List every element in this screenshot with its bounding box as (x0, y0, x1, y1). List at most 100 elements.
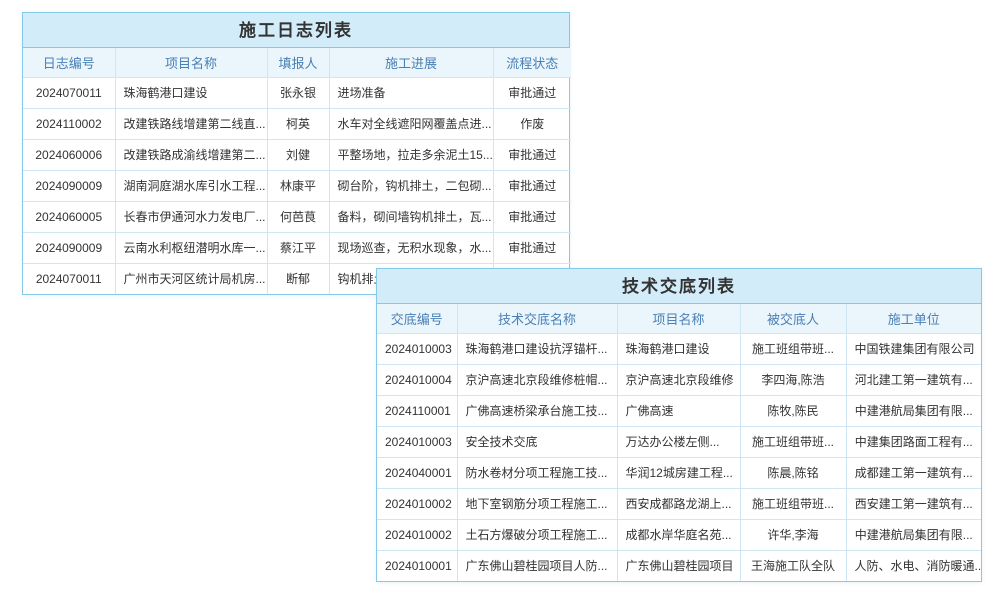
log-id-cell[interactable]: 2024110002 (23, 108, 115, 139)
project-name-cell[interactable]: 云南水利枢纽潜明水库一... (115, 232, 267, 263)
disclosure-table-row[interactable]: 2024040001 防水卷材分项工程施工技... 华润12城房建工程... 陈… (377, 457, 981, 488)
project-name-cell[interactable]: 广州市天河区统计局机房... (115, 263, 267, 294)
recipients-cell: 施工班组带班... (740, 333, 846, 364)
construction-log-table: 日志编号 项目名称 填报人 施工进展 流程状态 2024070011 珠海鹤港口… (23, 48, 571, 294)
disclosure-table-row[interactable]: 2024010003 珠海鹤港口建设抗浮锚杆... 珠海鹤港口建设 施工班组带班… (377, 333, 981, 364)
disclosure-name-cell[interactable]: 防水卷材分项工程施工技... (457, 457, 617, 488)
project-name-cell[interactable]: 湖南洞庭湖水库引水工程... (115, 170, 267, 201)
disclosure-name-cell[interactable]: 广佛高速桥梁承台施工技... (457, 395, 617, 426)
disclosure-table-row[interactable]: 2024010004 京沪高速北京段维修桩帽... 京沪高速北京段维修 李四海,… (377, 364, 981, 395)
construction-unit-cell: 河北建工第一建筑有... (846, 364, 981, 395)
log-table-row[interactable]: 2024060005 长春市伊通河水力发电厂... 何芭茛 备料，砌间墙钩机排土… (23, 201, 571, 232)
disclosure-table-row[interactable]: 2024010002 土石方爆破分项工程施工... 成都水岸华庭名苑... 许华… (377, 519, 981, 550)
log-id-cell[interactable]: 2024070011 (23, 77, 115, 108)
disclosure-name-cell[interactable]: 广东佛山碧桂园项目人防... (457, 550, 617, 581)
project-name-cell[interactable]: 珠海鹤港口建设 (115, 77, 267, 108)
disclosure-id-cell[interactable]: 2024010004 (377, 364, 457, 395)
column-header-progress: 施工进展 (329, 48, 493, 77)
status-cell: 审批通过 (493, 201, 571, 232)
disclosure-name-cell[interactable]: 珠海鹤港口建设抗浮锚杆... (457, 333, 617, 364)
column-header-construction-unit: 施工单位 (846, 304, 981, 333)
log-header-row: 日志编号 项目名称 填报人 施工进展 流程状态 (23, 48, 571, 77)
disclosure-name-cell[interactable]: 安全技术交底 (457, 426, 617, 457)
project-name-cell[interactable]: 万达办公楼左侧... (617, 426, 740, 457)
construction-unit-cell: 成都建工第一建筑有... (846, 457, 981, 488)
log-table-row[interactable]: 2024110002 改建铁路线增建第二线直... 柯英 水车对全线遮阳网覆盖点… (23, 108, 571, 139)
log-table-row[interactable]: 2024090009 云南水利枢纽潜明水库一... 蔡江平 现场巡查，无积水现象… (23, 232, 571, 263)
status-cell: 审批通过 (493, 77, 571, 108)
project-name-cell[interactable]: 成都水岸华庭名苑... (617, 519, 740, 550)
disclosure-name-cell[interactable]: 京沪高速北京段维修桩帽... (457, 364, 617, 395)
recipients-cell: 李四海,陈浩 (740, 364, 846, 395)
recipients-cell: 许华,李海 (740, 519, 846, 550)
column-header-project-name: 项目名称 (617, 304, 740, 333)
construction-unit-cell: 人防、水电、消防暖通... (846, 550, 981, 581)
project-name-cell[interactable]: 改建铁路线增建第二线直... (115, 108, 267, 139)
recipients-cell: 陈牧,陈民 (740, 395, 846, 426)
construction-unit-cell: 中建港航局集团有限... (846, 395, 981, 426)
disclosure-id-cell[interactable]: 2024010002 (377, 488, 457, 519)
column-header-log-id: 日志编号 (23, 48, 115, 77)
progress-cell: 现场巡查，无积水现象，水... (329, 232, 493, 263)
disclosure-table-row[interactable]: 2024010002 地下室钢筋分项工程施工... 西安成都路龙湖上... 施工… (377, 488, 981, 519)
log-table-row[interactable]: 2024070011 珠海鹤港口建设 张永银 进场准备 审批通过 (23, 77, 571, 108)
progress-cell: 水车对全线遮阳网覆盖点进... (329, 108, 493, 139)
construction-unit-cell: 中建港航局集团有限... (846, 519, 981, 550)
technical-disclosure-panel: 技术交底列表 交底编号 技术交底名称 项目名称 被交底人 施工单位 202401… (376, 268, 982, 582)
disclosure-name-cell[interactable]: 地下室钢筋分项工程施工... (457, 488, 617, 519)
reporter-cell[interactable]: 刘健 (267, 139, 329, 170)
disclosure-name-cell[interactable]: 土石方爆破分项工程施工... (457, 519, 617, 550)
recipients-cell: 施工班组带班... (740, 488, 846, 519)
recipients-cell: 王海施工队全队 (740, 550, 846, 581)
column-header-disclosure-id: 交底编号 (377, 304, 457, 333)
disclosure-id-cell[interactable]: 2024010003 (377, 426, 457, 457)
project-name-cell[interactable]: 改建铁路成渝线增建第二... (115, 139, 267, 170)
disclosure-id-cell[interactable]: 2024010001 (377, 550, 457, 581)
project-name-cell[interactable]: 京沪高速北京段维修 (617, 364, 740, 395)
disclosure-id-cell[interactable]: 2024010003 (377, 333, 457, 364)
log-table-row[interactable]: 2024090009 湖南洞庭湖水库引水工程... 林康平 砌台阶，钩机排土，二… (23, 170, 571, 201)
column-header-project-name: 项目名称 (115, 48, 267, 77)
project-name-cell[interactable]: 西安成都路龙湖上... (617, 488, 740, 519)
column-header-reporter: 填报人 (267, 48, 329, 77)
disclosure-header-row: 交底编号 技术交底名称 项目名称 被交底人 施工单位 (377, 304, 981, 333)
construction-log-title: 施工日志列表 (23, 13, 569, 48)
reporter-cell[interactable]: 张永银 (267, 77, 329, 108)
project-name-cell[interactable]: 广佛高速 (617, 395, 740, 426)
project-name-cell[interactable]: 华润12城房建工程... (617, 457, 740, 488)
technical-disclosure-title: 技术交底列表 (377, 269, 981, 304)
log-id-cell[interactable]: 2024090009 (23, 170, 115, 201)
disclosure-id-cell[interactable]: 2024010002 (377, 519, 457, 550)
disclosure-table-row[interactable]: 2024010003 安全技术交底 万达办公楼左侧... 施工班组带班... 中… (377, 426, 981, 457)
column-header-disclosure-name: 技术交底名称 (457, 304, 617, 333)
log-id-cell[interactable]: 2024060006 (23, 139, 115, 170)
project-name-cell[interactable]: 广东佛山碧桂园项目 (617, 550, 740, 581)
disclosure-id-cell[interactable]: 2024040001 (377, 457, 457, 488)
disclosure-table-row[interactable]: 2024010001 广东佛山碧桂园项目人防... 广东佛山碧桂园项目 王海施工… (377, 550, 981, 581)
progress-cell: 备料，砌间墙钩机排土，瓦... (329, 201, 493, 232)
reporter-cell[interactable]: 柯英 (267, 108, 329, 139)
column-header-status: 流程状态 (493, 48, 571, 77)
project-name-cell[interactable]: 长春市伊通河水力发电厂... (115, 201, 267, 232)
recipients-cell: 施工班组带班... (740, 426, 846, 457)
log-id-cell[interactable]: 2024060005 (23, 201, 115, 232)
status-cell: 审批通过 (493, 139, 571, 170)
reporter-cell[interactable]: 蔡江平 (267, 232, 329, 263)
reporter-cell[interactable]: 林康平 (267, 170, 329, 201)
progress-cell: 平整场地，拉走多余泥土15... (329, 139, 493, 170)
project-name-cell[interactable]: 珠海鹤港口建设 (617, 333, 740, 364)
log-id-cell[interactable]: 2024090009 (23, 232, 115, 263)
log-id-cell[interactable]: 2024070011 (23, 263, 115, 294)
log-table-row[interactable]: 2024060006 改建铁路成渝线增建第二... 刘健 平整场地，拉走多余泥土… (23, 139, 571, 170)
disclosure-id-cell[interactable]: 2024110001 (377, 395, 457, 426)
reporter-cell[interactable]: 断郁 (267, 263, 329, 294)
status-cell: 审批通过 (493, 170, 571, 201)
column-header-recipients: 被交底人 (740, 304, 846, 333)
progress-cell: 进场准备 (329, 77, 493, 108)
status-cell: 审批通过 (493, 232, 571, 263)
status-cell: 作废 (493, 108, 571, 139)
construction-unit-cell: 西安建工第一建筑有... (846, 488, 981, 519)
reporter-cell[interactable]: 何芭茛 (267, 201, 329, 232)
disclosure-table-row[interactable]: 2024110001 广佛高速桥梁承台施工技... 广佛高速 陈牧,陈民 中建港… (377, 395, 981, 426)
progress-cell: 砌台阶，钩机排土，二包砌... (329, 170, 493, 201)
